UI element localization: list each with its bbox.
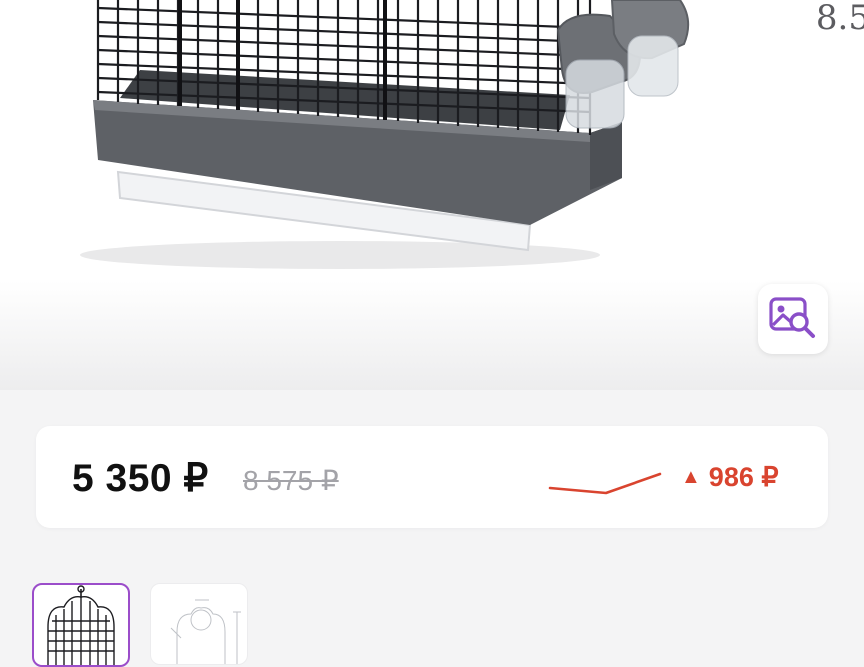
image-search-icon xyxy=(769,297,815,338)
image-search-button[interactable] xyxy=(758,284,828,354)
side-overlay-text: 8.5 xyxy=(815,0,864,38)
gallery-thumbnail-2[interactable] xyxy=(150,583,248,665)
gallery-thumbnail-1[interactable] xyxy=(32,583,130,667)
price-change[interactable]: ▲ 986 ₽ xyxy=(681,462,779,493)
cage-drawing-thumbnail xyxy=(170,599,241,664)
old-price: 8 575 ₽ xyxy=(243,465,339,496)
price-change-value: 986 ₽ xyxy=(708,462,779,492)
product-image-area[interactable]: 8.5 xyxy=(0,0,864,390)
current-price: 5 350 ₽ xyxy=(72,457,209,500)
cage-photo-thumbnail xyxy=(47,585,115,665)
trend-line-icon xyxy=(548,472,662,495)
up-arrow-icon: ▲ xyxy=(681,466,701,488)
price-card: 5 350 ₽ 8 575 ₽ ▲ 986 ₽ xyxy=(36,426,828,528)
cage-product-photo xyxy=(80,0,690,269)
